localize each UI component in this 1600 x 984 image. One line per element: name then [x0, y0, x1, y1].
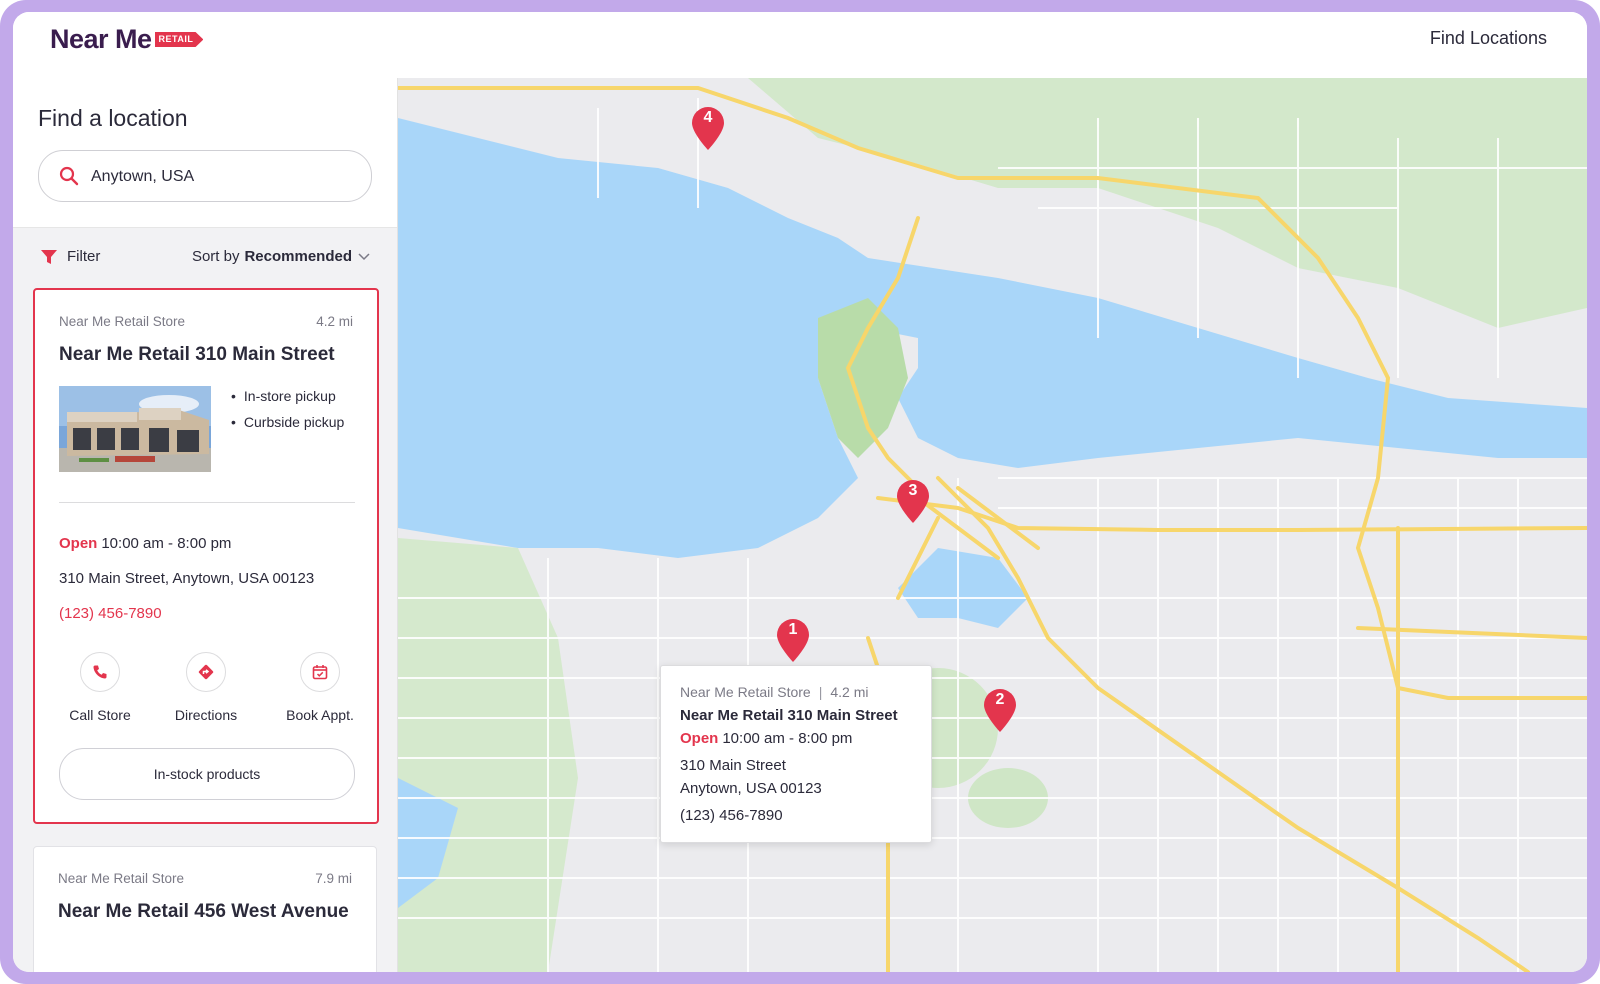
store-distance: 7.9 mi — [315, 871, 352, 886]
top-header: Near Me RETAIL Find Locations — [13, 12, 1587, 79]
store-name[interactable]: Near Me Retail 456 West Avenue — [58, 902, 358, 922]
app-window: Near Me RETAIL Find Locations Find a loc… — [13, 12, 1587, 972]
chevron-down-icon — [358, 252, 370, 260]
popup-separator: | — [818, 684, 823, 700]
store-phone[interactable]: (123) 456-7890 — [59, 605, 162, 622]
book-appointment-button[interactable]: Book Appt. — [265, 652, 375, 723]
filter-icon — [41, 249, 57, 264]
store-actions: Call Store Directions Book Appt. — [45, 652, 367, 723]
map-pin-3[interactable]: 3 — [895, 478, 931, 524]
device-frame: Near Me RETAIL Find Locations Find a loc… — [0, 0, 1600, 984]
find-locations-link[interactable]: Find Locations — [1430, 28, 1547, 49]
store-card[interactable]: Near Me Retail Store 7.9 mi Near Me Reta… — [33, 846, 377, 972]
feature-item: In-store pickup — [231, 388, 344, 404]
popup-meta: Near Me Retail Store | 4.2 mi — [680, 684, 868, 700]
map-info-popup[interactable]: Near Me Retail Store | 4.2 mi Near Me Reta… — [660, 665, 932, 843]
store-card[interactable]: Near Me Retail Store 4.2 mi Near Me Reta… — [33, 288, 379, 824]
filter-button[interactable]: Filter — [41, 248, 100, 265]
popup-hours: Open 10:00 am - 8:00 pm — [680, 730, 852, 747]
location-sidebar: Find a location Filter Sort by Recommend… — [13, 78, 398, 972]
search-input[interactable] — [89, 163, 353, 191]
store-name[interactable]: Near Me Retail 310 Main Street — [59, 345, 359, 365]
search-title: Find a location — [38, 105, 188, 131]
feature-item: Curbside pickup — [231, 414, 344, 430]
open-status: Open — [59, 535, 98, 552]
directions-button[interactable]: Directions — [151, 652, 261, 723]
sort-prefix: Sort by — [191, 248, 240, 265]
search-panel: Find a location — [13, 78, 397, 228]
sort-value: Recommended — [244, 248, 352, 265]
popup-distance: 4.2 mi — [830, 684, 869, 700]
store-photo — [59, 386, 211, 472]
hours-text: 10:00 am - 8:00 pm — [101, 535, 232, 552]
store-category: Near Me Retail Store — [58, 871, 185, 886]
map-pin-4[interactable]: 4 — [690, 105, 726, 151]
search-box[interactable] — [38, 150, 372, 202]
pin-number: 2 — [995, 691, 1005, 708]
store-hours: Open 10:00 am - 8:00 pm — [59, 535, 231, 552]
sort-dropdown[interactable]: Sort by Recommended — [192, 248, 370, 265]
popup-phone[interactable]: (123) 456-7890 — [680, 807, 783, 824]
search-icon — [59, 166, 79, 186]
map-canvas — [398, 78, 1587, 972]
call-store-button[interactable]: Call Store — [45, 652, 155, 723]
map-pin-2[interactable]: 2 — [982, 687, 1018, 733]
in-stock-products-button[interactable]: In-stock products — [59, 748, 355, 800]
popup-store-name[interactable]: Near Me Retail 310 Main Street — [680, 707, 898, 724]
pin-number: 3 — [908, 482, 918, 499]
popup-address-line1: 310 Main Street — [680, 757, 786, 774]
store-address: 310 Main Street, Anytown, USA 00123 — [59, 570, 315, 587]
calendar-icon — [312, 665, 328, 680]
popup-address-line2: Anytown, USA 00123 — [680, 780, 822, 797]
card-divider — [59, 502, 355, 503]
directions-icon — [198, 664, 214, 680]
filter-row: Filter Sort by Recommended — [38, 246, 370, 270]
store-distance: 4.2 mi — [316, 314, 353, 329]
filter-label: Filter — [67, 248, 101, 265]
map-pin-1[interactable]: 1 — [775, 617, 811, 663]
book-appointment-label: Book Appt. — [286, 707, 354, 723]
store-category: Near Me Retail Store — [59, 314, 186, 329]
brand-tag: RETAIL — [154, 32, 204, 47]
popup-open-status: Open — [680, 730, 719, 747]
directions-label: Directions — [174, 707, 238, 723]
pin-number: 1 — [788, 621, 798, 638]
popup-hours-text: 10:00 am - 8:00 pm — [722, 730, 853, 747]
brand-name: Near Me — [50, 24, 152, 54]
store-features: In-store pickup Curbside pickup — [231, 388, 344, 440]
pin-number: 4 — [703, 109, 713, 126]
phone-icon — [93, 665, 107, 679]
brand-logo[interactable]: Near Me RETAIL — [50, 24, 204, 55]
call-store-label: Call Store — [69, 707, 131, 723]
popup-category: Near Me Retail Store — [680, 684, 811, 700]
map-view[interactable]: 4 3 1 2 Near Me Retail Store | 4.2 mi Nea — [398, 78, 1587, 972]
